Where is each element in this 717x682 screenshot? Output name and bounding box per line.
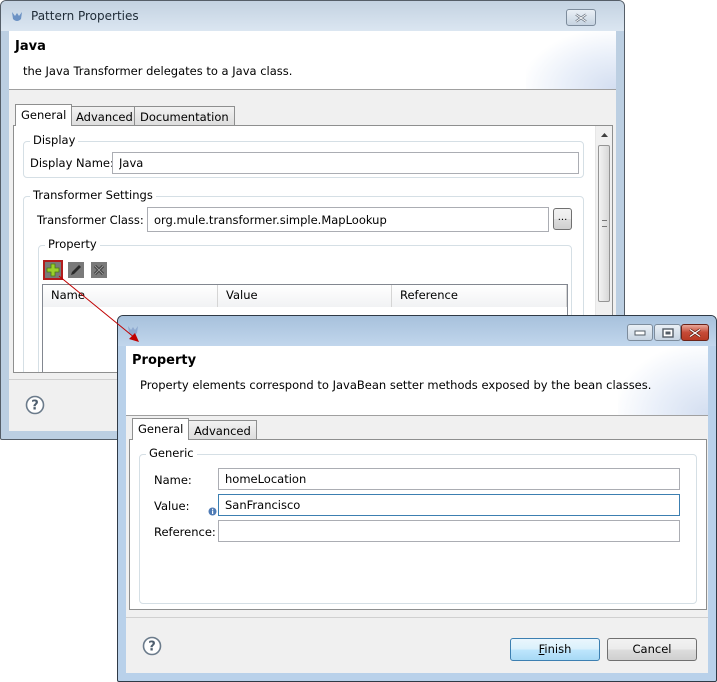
column-header-value[interactable]: Value bbox=[218, 285, 392, 307]
banner-description: Property elements correspond to JavaBean… bbox=[140, 378, 652, 392]
cancel-button[interactable]: Cancel bbox=[607, 638, 697, 661]
finish-label: inish bbox=[544, 642, 572, 656]
minimize-icon bbox=[634, 330, 646, 335]
dialog-banner: Java the Java Transformer delegates to a… bbox=[9, 31, 616, 90]
svg-text:?: ? bbox=[31, 399, 39, 414]
title-bar[interactable]: Pattern Properties bbox=[1, 1, 624, 31]
generic-group-label: Generic bbox=[146, 446, 197, 460]
tab-general[interactable]: General bbox=[132, 418, 190, 440]
info-icon bbox=[208, 507, 217, 516]
svg-text:?: ? bbox=[148, 640, 156, 655]
grip-icon bbox=[602, 220, 607, 227]
tab-advanced[interactable]: Advanced bbox=[70, 106, 139, 126]
tab-advanced[interactable]: Advanced bbox=[188, 420, 257, 440]
maximize-icon bbox=[661, 327, 674, 338]
transformer-settings-label: Transformer Settings bbox=[30, 188, 156, 202]
property-window: Property Property elements correspond to… bbox=[117, 315, 717, 682]
help-icon[interactable]: ? bbox=[142, 636, 162, 656]
app-icon bbox=[12, 12, 22, 21]
app-icon bbox=[128, 326, 138, 335]
close-icon bbox=[575, 13, 587, 22]
banner-title: Java bbox=[15, 39, 46, 54]
banner-title: Property bbox=[132, 353, 197, 368]
delete-icon bbox=[91, 262, 107, 278]
column-header-name[interactable]: Name bbox=[43, 285, 218, 307]
banner-description: the Java Transformer delegates to a Java… bbox=[23, 64, 293, 78]
edit-property-button[interactable] bbox=[68, 262, 84, 278]
close-icon bbox=[689, 328, 701, 337]
reference-input[interactable] bbox=[218, 520, 680, 542]
add-property-button[interactable] bbox=[43, 260, 63, 280]
reference-label: Reference: bbox=[154, 525, 216, 539]
display-name-label: Display Name: bbox=[30, 156, 114, 170]
transformer-class-label: Transformer Class: bbox=[37, 213, 144, 227]
tab-general[interactable]: General bbox=[15, 104, 73, 126]
window-title: Pattern Properties bbox=[31, 9, 139, 23]
value-input[interactable] bbox=[218, 494, 680, 516]
edit-icon bbox=[68, 262, 84, 278]
finish-button[interactable]: Finish bbox=[510, 638, 600, 661]
display-group-label: Display bbox=[30, 133, 79, 147]
close-button[interactable] bbox=[681, 324, 709, 341]
help-icon[interactable]: ? bbox=[25, 395, 45, 415]
delete-property-button[interactable] bbox=[91, 262, 107, 278]
footer-divider bbox=[126, 617, 708, 618]
value-label: Value: bbox=[154, 499, 190, 513]
display-name-input[interactable] bbox=[112, 152, 579, 174]
title-bar[interactable] bbox=[118, 316, 716, 346]
dialog-banner: Property Property elements correspond to… bbox=[126, 346, 708, 416]
transformer-class-input[interactable] bbox=[147, 207, 549, 232]
browse-class-button[interactable]: ... bbox=[553, 208, 572, 230]
dialog-client-area: Property Property elements correspond to… bbox=[126, 346, 708, 673]
add-icon bbox=[45, 262, 61, 278]
maximize-button[interactable] bbox=[654, 324, 681, 341]
scroll-up-icon[interactable] bbox=[596, 128, 613, 142]
tab-documentation[interactable]: Documentation bbox=[134, 106, 235, 126]
minimize-button[interactable] bbox=[627, 324, 653, 341]
property-group-label: Property bbox=[45, 237, 100, 251]
column-header-reference[interactable]: Reference bbox=[392, 285, 567, 307]
name-input[interactable] bbox=[218, 468, 680, 490]
general-tab-panel: Generic Name: Value: Reference: bbox=[129, 439, 707, 610]
name-label: Name: bbox=[154, 473, 192, 487]
scrollbar-thumb[interactable] bbox=[598, 145, 610, 302]
close-button[interactable] bbox=[566, 9, 596, 26]
